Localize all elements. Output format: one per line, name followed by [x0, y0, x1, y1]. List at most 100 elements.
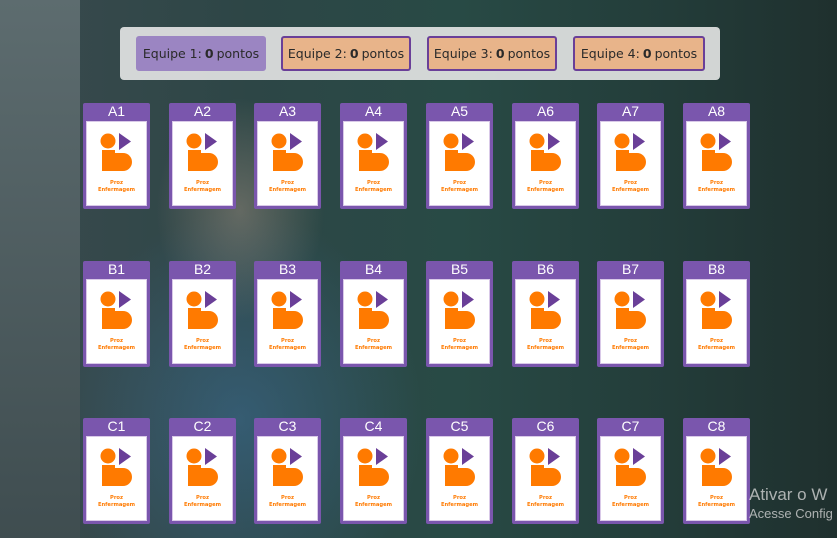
- team-4-score[interactable]: Equipe 4: 0 pontos: [573, 36, 705, 71]
- logo-text-line-2: Enfermagem: [527, 502, 564, 508]
- logo-text-line-2: Enfermagem: [269, 502, 306, 508]
- proz-logo-icon: ProzEnfermagem: [441, 448, 478, 508]
- proz-logo-icon: ProzEnfermagem: [355, 291, 392, 351]
- game-card[interactable]: A1 Proz Enfermagem: [83, 103, 150, 209]
- game-card[interactable]: C8 Proz Enfermagem: [683, 418, 750, 524]
- logo-text-line-2: Enfermagem: [184, 345, 221, 351]
- logo-text-line-2: Enfermagem: [355, 345, 392, 351]
- logo-text-line-2: Enfermagem: [612, 345, 649, 351]
- proz-logo-icon: ProzEnfermagem: [184, 291, 221, 351]
- card-face: Proz Enfermagem: [343, 279, 404, 364]
- team-label: Equipe 4:: [580, 46, 640, 61]
- game-card[interactable]: A6 Proz Enfermagem: [512, 103, 579, 209]
- card-face: Proz Enfermagem: [515, 436, 576, 521]
- game-card[interactable]: A2 Proz Enfermagem: [169, 103, 236, 209]
- logo-text-line-2: Enfermagem: [441, 187, 478, 193]
- proz-logo-icon: ProzEnfermagem: [441, 133, 478, 193]
- proz-logo-icon: ProzEnfermagem: [527, 291, 564, 351]
- game-card[interactable]: B8 Proz Enfermagem: [683, 261, 750, 367]
- card-label: C2: [193, 418, 212, 434]
- card-label: C5: [450, 418, 469, 434]
- proz-logo-icon: ProzEnfermagem: [698, 291, 735, 351]
- logo-text-line-1: Proz: [710, 180, 723, 186]
- game-card[interactable]: A5 Proz Enfermagem: [426, 103, 493, 209]
- game-card[interactable]: C6 Proz Enfermagem: [512, 418, 579, 524]
- card-label: A6: [536, 103, 555, 119]
- card-face: Proz Enfermagem: [515, 121, 576, 206]
- game-card[interactable]: B6 Proz Enfermagem: [512, 261, 579, 367]
- logo-text-line-1: Proz: [624, 338, 637, 344]
- logo-text-line-2: Enfermagem: [698, 502, 735, 508]
- proz-logo-icon: ProzEnfermagem: [527, 133, 564, 193]
- card-label: B8: [707, 261, 726, 277]
- card-label: C3: [278, 418, 297, 434]
- logo-text-line-2: Enfermagem: [612, 187, 649, 193]
- logo-text-line-1: Proz: [196, 338, 209, 344]
- team-3-score[interactable]: Equipe 3: 0 pontos: [427, 36, 557, 71]
- logo-text-line-1: Proz: [710, 338, 723, 344]
- logo-text-line-1: Proz: [453, 338, 466, 344]
- card-face: Proz Enfermagem: [172, 121, 233, 206]
- logo-text-line-2: Enfermagem: [184, 502, 221, 508]
- card-label: A7: [621, 103, 640, 119]
- logo-text-line-2: Enfermagem: [698, 187, 735, 193]
- card-face: Proz Enfermagem: [600, 436, 661, 521]
- card-label: B5: [450, 261, 469, 277]
- logo-text-line-2: Enfermagem: [184, 187, 221, 193]
- game-card[interactable]: A4 Proz Enfermagem: [340, 103, 407, 209]
- team-label: Equipe 1:: [142, 46, 202, 61]
- card-face: Proz Enfermagem: [86, 436, 147, 521]
- watermark-line-2: Acesse Config: [749, 506, 833, 521]
- card-face: Proz Enfermagem: [343, 121, 404, 206]
- team-label: Equipe 3:: [433, 46, 493, 61]
- logo-text-line-1: Proz: [110, 495, 123, 501]
- game-card[interactable]: B2 Proz Enfermagem: [169, 261, 236, 367]
- logo-text-line-2: Enfermagem: [98, 502, 135, 508]
- game-card[interactable]: C3 Proz Enfermagem: [254, 418, 321, 524]
- game-card[interactable]: C4 Proz Enfermagem: [340, 418, 407, 524]
- proz-logo-icon: ProzEnfermagem: [698, 133, 735, 193]
- game-card[interactable]: C1 Proz Enfermagem: [83, 418, 150, 524]
- card-label: B4: [364, 261, 383, 277]
- card-face: Proz Enfermagem: [429, 436, 490, 521]
- game-card[interactable]: A7 Proz Enfermagem: [597, 103, 664, 209]
- logo-text-line-2: Enfermagem: [527, 345, 564, 351]
- game-card[interactable]: C5 Proz Enfermagem: [426, 418, 493, 524]
- proz-logo-icon: ProzEnfermagem: [98, 291, 135, 351]
- team-2-score[interactable]: Equipe 2: 0 pontos: [281, 36, 411, 71]
- logo-text-line-1: Proz: [367, 495, 380, 501]
- watermark-line-1: Ativar o W: [749, 485, 828, 504]
- card-face: Proz Enfermagem: [429, 279, 490, 364]
- proz-logo-icon: ProzEnfermagem: [269, 448, 306, 508]
- card-face: Proz Enfermagem: [172, 436, 233, 521]
- team-1-score[interactable]: Equipe 1: 0 pontos: [136, 36, 266, 71]
- game-card[interactable]: A3 Proz Enfermagem: [254, 103, 321, 209]
- logo-text-line-1: Proz: [624, 495, 637, 501]
- card-label: B2: [193, 261, 212, 277]
- proz-logo-icon: ProzEnfermagem: [441, 291, 478, 351]
- logo-text-line-1: Proz: [281, 180, 294, 186]
- game-card[interactable]: C7 Proz Enfermagem: [597, 418, 664, 524]
- proz-logo-icon: ProzEnfermagem: [612, 133, 649, 193]
- card-label: B1: [107, 261, 126, 277]
- proz-logo-icon: ProzEnfermagem: [98, 448, 135, 508]
- game-card[interactable]: B7 Proz Enfermagem: [597, 261, 664, 367]
- logo-text-line-2: Enfermagem: [98, 187, 135, 193]
- windows-activation-watermark: Ativar o W Acesse Config: [749, 485, 833, 521]
- logo-text-line-1: Proz: [367, 338, 380, 344]
- game-card[interactable]: A8 Proz Enfermagem: [683, 103, 750, 209]
- game-card[interactable]: B5 Proz Enfermagem: [426, 261, 493, 367]
- card-label: B6: [536, 261, 555, 277]
- proz-logo-icon: ProzEnfermagem: [612, 291, 649, 351]
- proz-logo-icon: ProzEnfermagem: [269, 291, 306, 351]
- card-label: A8: [707, 103, 726, 119]
- proz-logo-icon: ProzEnfermagem: [184, 133, 221, 193]
- game-card[interactable]: B1 Proz Enfermagem: [83, 261, 150, 367]
- game-card[interactable]: C2 Proz Enfermagem: [169, 418, 236, 524]
- card-face: Proz Enfermagem: [86, 121, 147, 206]
- game-card[interactable]: B3 Proz Enfermagem: [254, 261, 321, 367]
- team-score: 0: [349, 46, 359, 61]
- background-photo: [0, 0, 80, 538]
- proz-logo-icon: ProzEnfermagem: [612, 448, 649, 508]
- game-card[interactable]: B4 Proz Enfermagem: [340, 261, 407, 367]
